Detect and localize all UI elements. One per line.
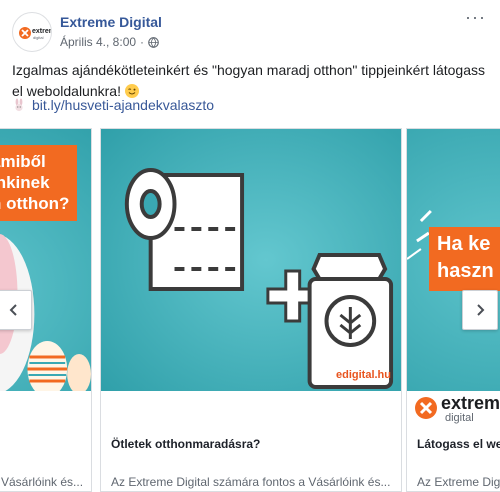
card-3-description: Az Extreme Digital [417,475,500,489]
page-name-link[interactable]: Extreme Digital [60,14,162,30]
card-1-banner-line: amiből [0,152,46,171]
card-3-logo-word: extreme [441,393,500,413]
card-3-logo: extreme digital [413,391,500,427]
carousel-next-button[interactable] [462,290,498,330]
more-options-button[interactable]: ··· [465,8,486,26]
card-3-banner-line: Ha ke [437,233,491,255]
card-2-footer: Ötletek otthonmaradásra? Az Extreme Digi… [101,391,401,491]
post-link[interactable]: bit.ly/husveti-ajandekvalaszto [32,97,214,113]
link-carousel: amiből inkinek n otthon? Vásárlóink és..… [0,128,500,492]
extreme-x-icon [415,397,437,419]
card-3-banner-line: haszn [437,260,494,282]
card-3-title: Látogass el wel [417,437,500,451]
globe-icon[interactable] [148,36,159,48]
card-1-banner: amiből inkinek n otthon? [0,145,77,221]
card-3-footer: extreme digital Látogass el wel Az Extre… [407,391,500,491]
card-2-image [101,129,401,391]
post-timestamp[interactable]: Április 4., 8:00 [60,35,136,49]
card-3-banner: Ha ke haszn [429,227,500,291]
card-2-brand-tag: edigital.hu [336,369,391,381]
post-link-line: bit.ly/husveti-ajandekvalaszto [12,97,214,113]
carousel-card-2[interactable]: Ötletek otthonmaradásra? Az Extreme Digi… [100,128,402,492]
page-avatar[interactable]: extreme digital [12,12,52,52]
card-1-description: Vásárlóink és... [1,475,84,489]
carousel-prev-button[interactable] [0,290,32,330]
card-3-logo-sub: digital [445,412,474,424]
post-text-content: Izgalmas ajándékötleteinkért és "hogyan … [12,62,485,99]
card-1-footer: Vásárlóink és... [0,391,91,491]
chevron-left-icon [9,304,17,316]
post-header: extreme digital Extreme Digital Április … [0,0,500,60]
wink-emoji-icon [124,84,139,98]
card-2-description: Az Extreme Digital számára fontos a Vásá… [111,475,391,489]
post-body-text: Izgalmas ajándékötleteinkért és "hogyan … [12,60,492,102]
flour-sack-icon [307,253,394,389]
meta-separator: · [140,35,145,49]
extreme-digital-logo: extreme digital [19,27,52,40]
post-meta: Április 4., 8:00 · [60,35,159,49]
card-1-banner-line: inkinek [0,173,50,192]
chevron-right-icon [477,304,485,316]
card-2-title: Ötletek otthonmaradásra? [111,437,261,451]
rabbit-emoji-icon [15,98,23,112]
svg-text:extreme: extreme [32,28,52,35]
card-1-banner-line: n otthon? [0,194,70,213]
svg-text:digital: digital [33,35,44,40]
